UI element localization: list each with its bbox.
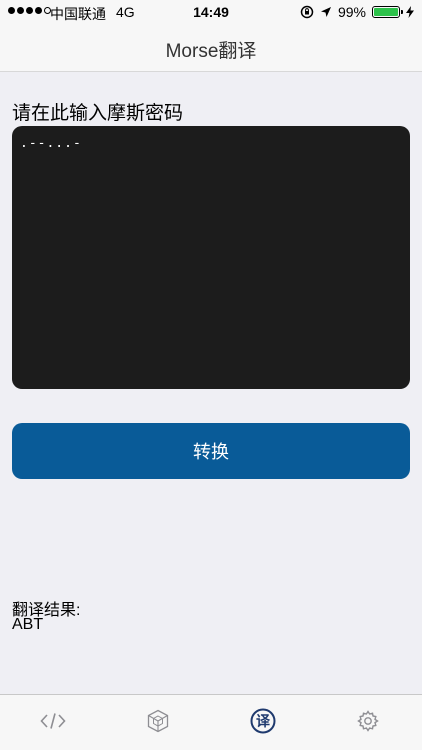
code-icon — [40, 713, 66, 729]
morse-input-label: 请在此输入摩斯密码 — [12, 103, 184, 124]
tab-code[interactable] — [35, 703, 71, 739]
tab-settings[interactable] — [350, 703, 386, 739]
orientation-lock-icon — [300, 5, 314, 19]
navigation-bar: Morse翻译 — [0, 24, 422, 72]
charging-bolt-icon — [406, 6, 414, 18]
tab-bar: 译 — [0, 694, 422, 750]
page-title: Morse翻译 — [165, 41, 257, 62]
morse-input[interactable]: .--...- — [12, 126, 410, 389]
location-arrow-icon — [320, 7, 331, 17]
translate-icon: 译 — [250, 708, 276, 734]
svg-text:译: 译 — [256, 714, 271, 730]
tab-cube[interactable] — [140, 703, 176, 739]
result-value: ABT — [12, 616, 44, 633]
status-bar: 中国联通 4G 14:49 99% — [0, 0, 422, 24]
battery-icon — [372, 6, 403, 18]
cube-icon — [147, 709, 169, 733]
battery-percent: 99% — [337, 4, 366, 20]
convert-button[interactable]: 转换 — [12, 423, 410, 479]
tab-translate[interactable]: 译 — [245, 703, 281, 739]
status-right: 99% — [300, 4, 414, 20]
gear-icon — [357, 710, 379, 732]
